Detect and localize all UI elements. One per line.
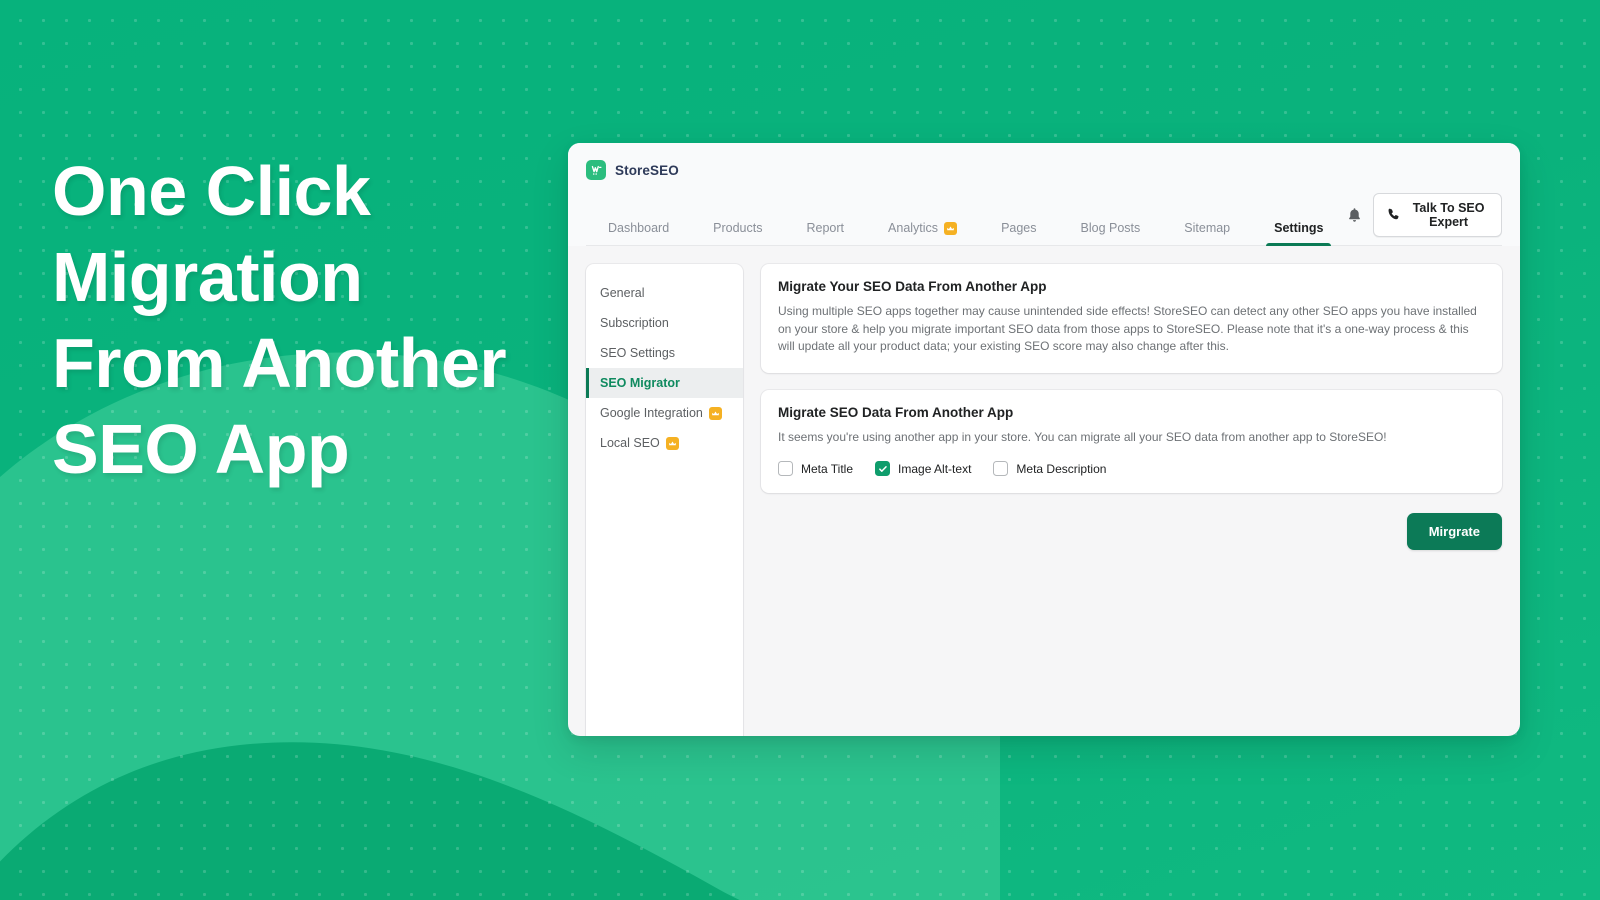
checkbox-image-alt-text[interactable]: Image Alt-text	[875, 461, 971, 476]
nav-tab-sitemap[interactable]: Sitemap	[1162, 215, 1252, 245]
migrate-info-card: Migrate Your SEO Data From Another App U…	[761, 264, 1502, 373]
checkbox-label: Image Alt-text	[898, 461, 972, 476]
sidebar-item-general[interactable]: General	[586, 278, 743, 308]
nav-tab-settings[interactable]: Settings	[1252, 215, 1345, 246]
checkbox-checked-icon	[875, 461, 891, 476]
nav-tab-pages[interactable]: Pages	[979, 215, 1058, 245]
hero-line-2: Migration	[52, 238, 363, 316]
app-window: StoreSEO Dashboard Products Report Analy…	[568, 143, 1520, 736]
pro-crown-icon	[665, 436, 679, 450]
checkbox-box-icon	[778, 461, 793, 476]
app-body: General Subscription SEO Settings SEO Mi…	[568, 246, 1520, 736]
sidebar-item-label: SEO Migrator	[600, 376, 680, 390]
nav-tab-products[interactable]: Products	[691, 215, 784, 245]
nav-tab-label: Dashboard	[608, 221, 670, 235]
sidebar-item-label: Local SEO	[600, 436, 660, 450]
hero-line-3: From Another	[52, 324, 507, 402]
checkbox-label: Meta Title	[801, 461, 854, 476]
sidebar-item-label: Subscription	[600, 316, 669, 330]
brand: StoreSEO	[586, 157, 1502, 183]
nav-tab-label: Analytics	[888, 221, 939, 235]
talk-to-seo-expert-label: Talk To SEO Expert	[1412, 201, 1485, 229]
migrate-action-row: Mirgrate	[761, 513, 1502, 550]
migrate-options: Meta Title Image Alt-text Meta Descripti…	[778, 461, 1485, 476]
pro-crown-icon	[708, 406, 722, 420]
nav-actions: Talk To SEO Expert	[1345, 193, 1502, 245]
nav-tab-dashboard[interactable]: Dashboard	[586, 215, 691, 245]
hero-line-4: SEO App	[52, 410, 350, 488]
sidebar-item-label: General	[600, 286, 645, 300]
migrate-action-text: It seems you're using another app in you…	[778, 429, 1387, 444]
hero-line-1: One Click	[52, 152, 371, 230]
nav-tab-report[interactable]: Report	[785, 215, 867, 245]
sidebar-item-label: Google Integration	[600, 406, 703, 420]
app-header: StoreSEO Dashboard Products Report Analy…	[568, 143, 1520, 246]
nav-tab-label: Blog Posts	[1080, 221, 1141, 235]
storeseo-logo-icon	[586, 160, 606, 180]
nav-tab-label: Settings	[1274, 221, 1324, 235]
sidebar-item-subscription[interactable]: Subscription	[586, 308, 743, 338]
nav-tab-label: Products	[713, 221, 763, 235]
migrate-info-text: Using multiple SEO apps together may cau…	[778, 304, 1477, 353]
migrate-action-card: Migrate SEO Data From Another App It see…	[761, 389, 1502, 493]
settings-main-panel: Migrate Your SEO Data From Another App U…	[761, 264, 1502, 736]
sidebar-item-local-seo[interactable]: Local SEO	[586, 428, 743, 458]
sidebar-item-seo-migrator[interactable]: SEO Migrator	[586, 368, 743, 398]
checkbox-meta-title[interactable]: Meta Title	[778, 461, 853, 476]
checkbox-label: Meta Description	[1016, 461, 1107, 476]
phone-icon	[1387, 207, 1401, 224]
pro-crown-icon	[944, 221, 958, 235]
promo-banner: One Click Migration From Another SEO App…	[0, 0, 1600, 900]
nav-tab-label: Sitemap	[1184, 221, 1231, 235]
nav-tabs: Dashboard Products Report Analytics Page…	[586, 215, 1345, 246]
nav-tab-label: Pages	[1001, 221, 1037, 235]
bell-icon[interactable]	[1345, 203, 1363, 227]
sidebar-item-seo-settings[interactable]: SEO Settings	[586, 338, 743, 368]
brand-name: StoreSEO	[615, 162, 679, 178]
checkbox-box-icon	[993, 461, 1009, 476]
hero-headline: One Click Migration From Another SEO App	[52, 148, 572, 492]
migrate-info-title: Migrate Your SEO Data From Another App	[778, 279, 1047, 294]
nav-tab-blog-posts[interactable]: Blog Posts	[1059, 215, 1163, 245]
sidebar-item-label: SEO Settings	[600, 346, 676, 360]
settings-sidebar: General Subscription SEO Settings SEO Mi…	[586, 264, 743, 736]
nav-tab-analytics[interactable]: Analytics	[866, 215, 979, 245]
checkbox-meta-description[interactable]: Meta Description	[993, 461, 1106, 476]
migrate-button[interactable]: Mirgrate	[1406, 513, 1502, 550]
migrate-action-title: Migrate SEO Data From Another App	[778, 404, 1014, 420]
nav-row: Dashboard Products Report Analytics Page…	[586, 193, 1502, 246]
talk-to-seo-expert-button[interactable]: Talk To SEO Expert	[1373, 193, 1502, 237]
nav-tab-label: Report	[806, 221, 845, 235]
sidebar-item-google-integration[interactable]: Google Integration	[586, 398, 743, 428]
